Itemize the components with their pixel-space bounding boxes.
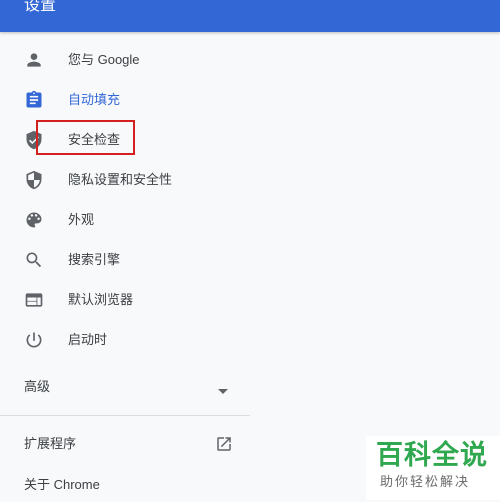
sidebar-item-appearance[interactable]: 外观	[0, 200, 250, 240]
settings-sidebar: 您与 Google 自动填充 安全检查 隐私设置和安全性 外观 搜索引擎 默认浏…	[0, 40, 250, 360]
sidebar-item-default-browser[interactable]: 默认浏览器	[0, 280, 250, 320]
sidebar-item-about-chrome[interactable]: 关于 Chrome	[0, 466, 250, 502]
sidebar-item-label: 启动时	[68, 332, 108, 347]
search-icon	[24, 250, 44, 270]
extensions-label: 扩展程序	[24, 436, 77, 451]
divider	[0, 415, 250, 416]
power-icon	[24, 330, 44, 350]
about-label: 关于 Chrome	[24, 477, 100, 492]
sidebar-item-privacy-security[interactable]: 隐私设置和安全性	[0, 160, 250, 200]
sidebar-item-label: 您与 Google	[68, 52, 140, 67]
sidebar-item-label: 搜索引擎	[68, 252, 121, 267]
sidebar-item-search-engine[interactable]: 搜索引擎	[0, 240, 250, 280]
sidebar-item-you-and-google[interactable]: 您与 Google	[0, 40, 250, 80]
sidebar-item-advanced[interactable]: 高级	[0, 367, 250, 407]
advanced-label: 高级	[24, 379, 51, 394]
sidebar-item-safety-check[interactable]: 安全检查	[0, 120, 250, 160]
sidebar-item-on-startup[interactable]: 启动时	[0, 320, 250, 360]
watermark-logo: 百科全说 助你轻松解决	[366, 436, 500, 500]
palette-icon	[24, 210, 44, 230]
clipboard-icon	[24, 90, 44, 110]
sidebar-item-autofill[interactable]: 自动填充	[0, 80, 250, 120]
sidebar-item-label: 外观	[68, 212, 95, 227]
watermark-main-text: 百科全说	[376, 440, 488, 471]
sidebar-item-label: 默认浏览器	[68, 292, 134, 307]
app-header: 设置	[0, 0, 500, 32]
shield-check-icon	[24, 130, 44, 150]
sidebar-item-extensions[interactable]: 扩展程序	[0, 424, 250, 464]
sidebar-item-label: 自动填充	[68, 92, 121, 107]
privacy-shield-icon	[24, 170, 44, 190]
person-icon	[24, 50, 44, 70]
sidebar-item-label: 安全检查	[68, 132, 121, 147]
watermark-sub-text: 助你轻松解决	[380, 474, 471, 489]
open-in-new-icon	[215, 435, 233, 453]
sidebar-item-label: 隐私设置和安全性	[68, 172, 173, 187]
caret-down-icon	[218, 383, 228, 394]
page-title: 设置	[24, 0, 57, 14]
browser-window-icon	[24, 290, 44, 310]
